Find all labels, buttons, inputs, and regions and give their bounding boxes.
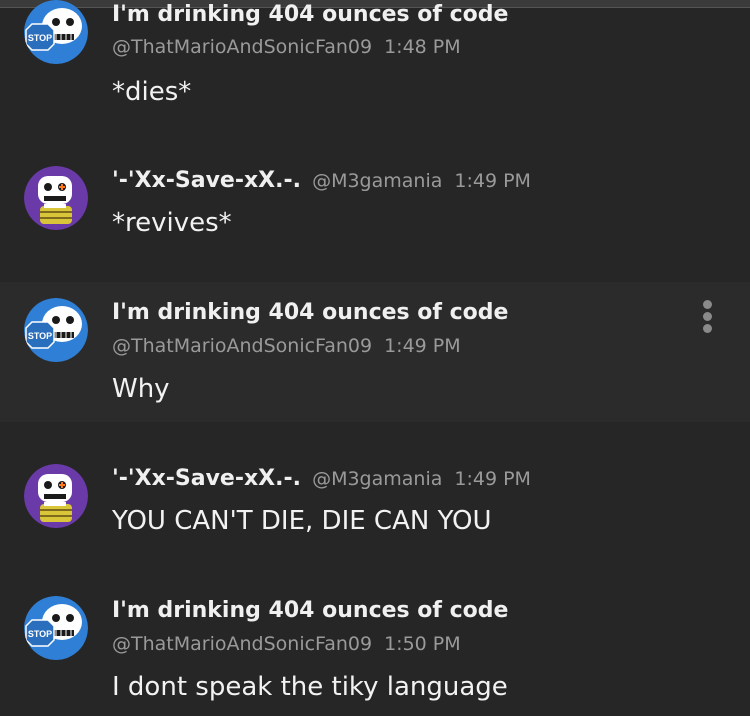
avatar[interactable] xyxy=(24,464,88,528)
menu-dot xyxy=(702,312,712,321)
avatar[interactable]: STOP xyxy=(24,298,88,362)
author-name[interactable]: '-'Xx-Save-xX.-. xyxy=(112,168,301,193)
author-handle[interactable]: @M3gamania xyxy=(312,170,442,192)
author-name[interactable]: I'm drinking 404 ounces of code xyxy=(112,300,508,325)
timestamp: 1:49 PM xyxy=(454,170,531,192)
skull-stop-sign-icon: STOP xyxy=(24,0,88,64)
message-item: STOP I'm drinking 404 ounces of code @Th… xyxy=(0,0,750,140)
more-options-icon[interactable] xyxy=(700,300,714,336)
purple-skeleton-icon xyxy=(24,166,88,230)
author-handle[interactable]: @ThatMarioAndSonicFan09 xyxy=(112,633,372,655)
message-text: *revives* xyxy=(112,208,232,238)
message-text: I dont speak the tiky language xyxy=(112,672,508,702)
message-item: STOP I'm drinking 404 ounces of code @Th… xyxy=(0,282,750,422)
timestamp: 1:49 PM xyxy=(454,468,531,490)
message-item: STOP I'm drinking 404 ounces of code @Th… xyxy=(0,580,750,716)
timestamp: 1:49 PM xyxy=(384,335,461,357)
timestamp: 1:48 PM xyxy=(384,36,461,58)
menu-dot xyxy=(702,300,712,309)
message-text: *dies* xyxy=(112,77,192,107)
message-text: YOU CAN'T DIE, DIE CAN YOU xyxy=(112,506,492,536)
menu-dot xyxy=(702,324,712,333)
author-handle[interactable]: @ThatMarioAndSonicFan09 xyxy=(112,335,372,357)
author-handle[interactable]: @M3gamania xyxy=(312,468,442,490)
stop-sign-text: STOP xyxy=(28,331,52,341)
message-text: Why xyxy=(112,374,170,404)
message-item: '-'Xx-Save-xX.-. @M3gamania 1:49 PM YOU C… xyxy=(0,448,750,578)
skull-stop-sign-icon: STOP xyxy=(24,298,88,362)
timestamp: 1:50 PM xyxy=(384,633,461,655)
avatar[interactable] xyxy=(24,166,88,230)
author-name[interactable]: I'm drinking 404 ounces of code xyxy=(112,2,508,27)
author-name[interactable]: '-'Xx-Save-xX.-. xyxy=(112,466,301,491)
purple-skeleton-icon xyxy=(24,464,88,528)
stop-sign-text: STOP xyxy=(28,629,52,639)
stop-sign-text: STOP xyxy=(28,33,52,43)
avatar[interactable]: STOP xyxy=(24,0,88,64)
message-item: '-'Xx-Save-xX.-. @M3gamania 1:49 PM *revi… xyxy=(0,150,750,280)
author-name[interactable]: I'm drinking 404 ounces of code xyxy=(112,598,508,623)
author-handle[interactable]: @ThatMarioAndSonicFan09 xyxy=(112,36,372,58)
skull-stop-sign-icon: STOP xyxy=(24,596,88,660)
avatar[interactable]: STOP xyxy=(24,596,88,660)
